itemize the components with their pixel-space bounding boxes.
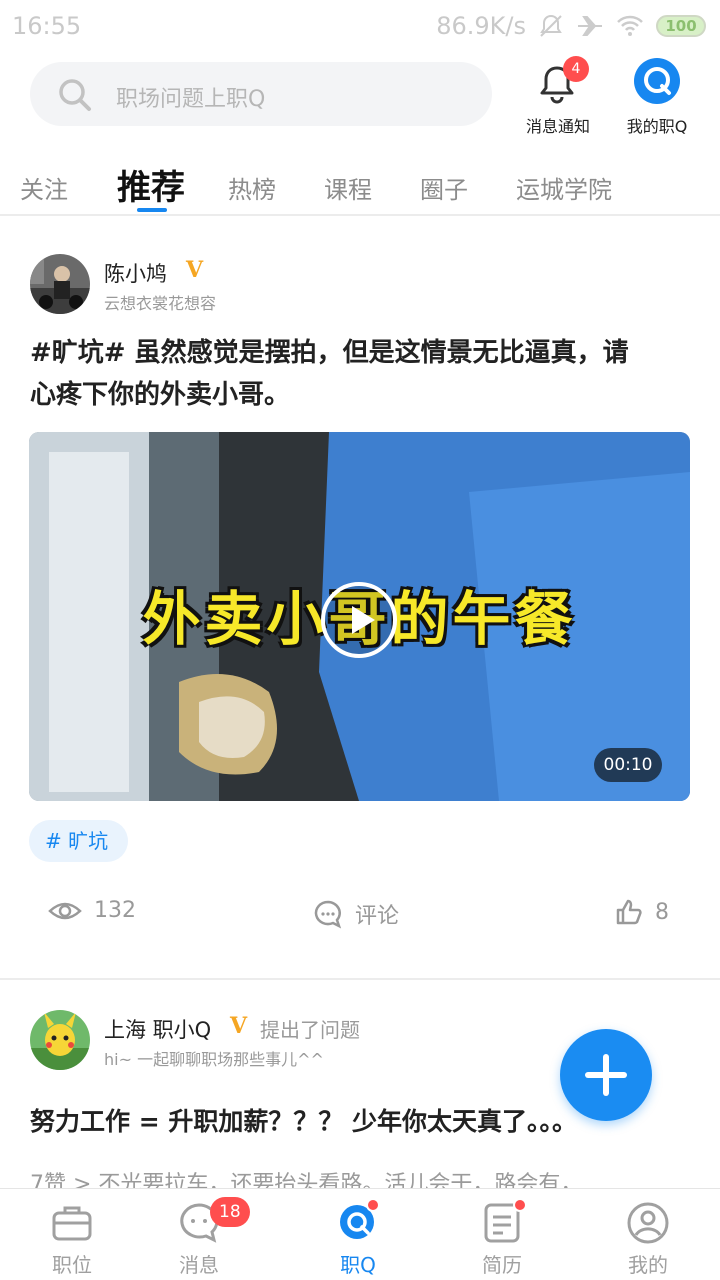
nav-resume[interactable]: 简历	[430, 1189, 574, 1280]
comment-icon	[314, 900, 342, 929]
messages-badge: 18	[210, 1197, 250, 1227]
notifications-button[interactable]: 消息通知	[513, 58, 603, 138]
avatar[interactable]	[30, 1010, 90, 1070]
comment-label: 评论	[355, 904, 400, 929]
views-count: 132	[94, 898, 136, 923]
question-title[interactable]: 努力工作 = 升职加薪？？？ 少年你太天真了。。。	[30, 1102, 577, 1138]
tab-hot-list[interactable]: 热榜	[228, 170, 276, 205]
search-placeholder: 职场问题上职Q	[116, 87, 266, 112]
views-stat: 132	[48, 898, 136, 923]
nav-label: 消息	[179, 1253, 219, 1277]
video-player[interactable]: 外卖小哥的午餐 00:10	[29, 432, 690, 801]
verified-badge-icon: V	[186, 257, 204, 283]
verified-badge-icon: V	[230, 1013, 248, 1039]
nav-label: 我的	[628, 1253, 668, 1277]
notifications-label: 消息通知	[525, 117, 590, 136]
status-time: 16:55	[12, 12, 82, 40]
nav-zhiq[interactable]: 职Q	[286, 1189, 430, 1280]
status-bar: 16:55 86.9K/s 100	[0, 0, 720, 52]
briefcase-icon	[52, 1206, 92, 1241]
feed-tabs: 关注 推荐 热榜 课程 圈子 运城学院	[0, 150, 720, 216]
nav-jobs[interactable]: 职位	[0, 1189, 144, 1280]
video-duration: 00:10	[594, 748, 662, 782]
search-input[interactable]: 职场问题上职Q	[30, 62, 492, 126]
wifi-icon	[617, 15, 643, 36]
status-indicators: 86.9K/s 100	[436, 12, 706, 40]
eye-icon	[48, 902, 82, 919]
play-icon[interactable]	[321, 582, 397, 658]
post-text-line: 心疼下你的外卖小哥。	[30, 380, 291, 410]
search-icon	[59, 79, 91, 111]
tab-recommend[interactable]: 推荐	[117, 160, 185, 209]
tab-courses[interactable]: 课程	[324, 170, 372, 205]
post-action-label: 提出了问题	[260, 1018, 360, 1042]
airplane-icon	[578, 16, 602, 36]
comment-button[interactable]: 评论	[313, 898, 399, 930]
hashtag-icon: #	[45, 829, 69, 853]
post-text-line: #旷坑# 虽然感觉是摆拍，但是这情景无比逼真，请	[30, 338, 629, 368]
post-text[interactable]: #旷坑# 虽然感觉是摆拍，但是这情景无比逼真，请 心疼下你的外卖小哥。	[30, 332, 690, 416]
tab-follow[interactable]: 关注	[20, 170, 68, 205]
author-subtitle: hi~ 一起聊聊职场那些事儿^^	[104, 1050, 324, 1069]
create-post-button[interactable]	[560, 1029, 652, 1121]
profile-icon	[627, 1202, 669, 1244]
like-button[interactable]: 8	[615, 898, 669, 926]
tab-circles[interactable]: 圈子	[420, 170, 468, 205]
nav-label: 简历	[482, 1253, 522, 1277]
notifications-badge: 4	[563, 56, 589, 82]
net-speed: 86.9K/s	[436, 12, 526, 40]
battery-indicator: 100	[656, 15, 706, 37]
nav-label: 职位	[52, 1253, 92, 1277]
zhiq-new-dot	[366, 1198, 380, 1212]
nav-profile[interactable]: 我的	[576, 1189, 720, 1280]
tab-yuncheng-college[interactable]: 运城学院	[516, 170, 612, 205]
bottom-navigation: 职位 消息 职Q 简历 我的	[0, 1188, 720, 1280]
my-zhiq-button[interactable]: 我的职Q	[612, 58, 702, 138]
author-subtitle: 云想衣裳花想容	[104, 294, 217, 313]
likes-count: 8	[655, 899, 669, 925]
plus-icon	[585, 1054, 627, 1096]
nav-label: 职Q	[340, 1253, 376, 1277]
feed-divider	[0, 978, 720, 980]
topic-tag-label: 旷坑	[68, 829, 109, 853]
thumbs-up-icon	[616, 899, 642, 925]
zhiq-logo-icon	[634, 58, 680, 104]
answer-excerpt[interactable]: 7赞 > 不光要拉车，还要抬头看路。活儿会干，路会有，	[30, 1166, 690, 1190]
active-tab-indicator	[137, 208, 167, 212]
author-name[interactable]: 上海 职小Q	[104, 1014, 211, 1044]
nav-messages[interactable]: 消息	[127, 1189, 271, 1280]
resume-new-dot	[513, 1198, 527, 1212]
topic-tag[interactable]: # 旷坑	[29, 820, 129, 862]
mute-icon	[540, 14, 562, 37]
my-zhiq-label: 我的职Q	[626, 117, 688, 136]
author-name[interactable]: 陈小鸠	[104, 258, 167, 288]
avatar[interactable]	[30, 254, 90, 314]
